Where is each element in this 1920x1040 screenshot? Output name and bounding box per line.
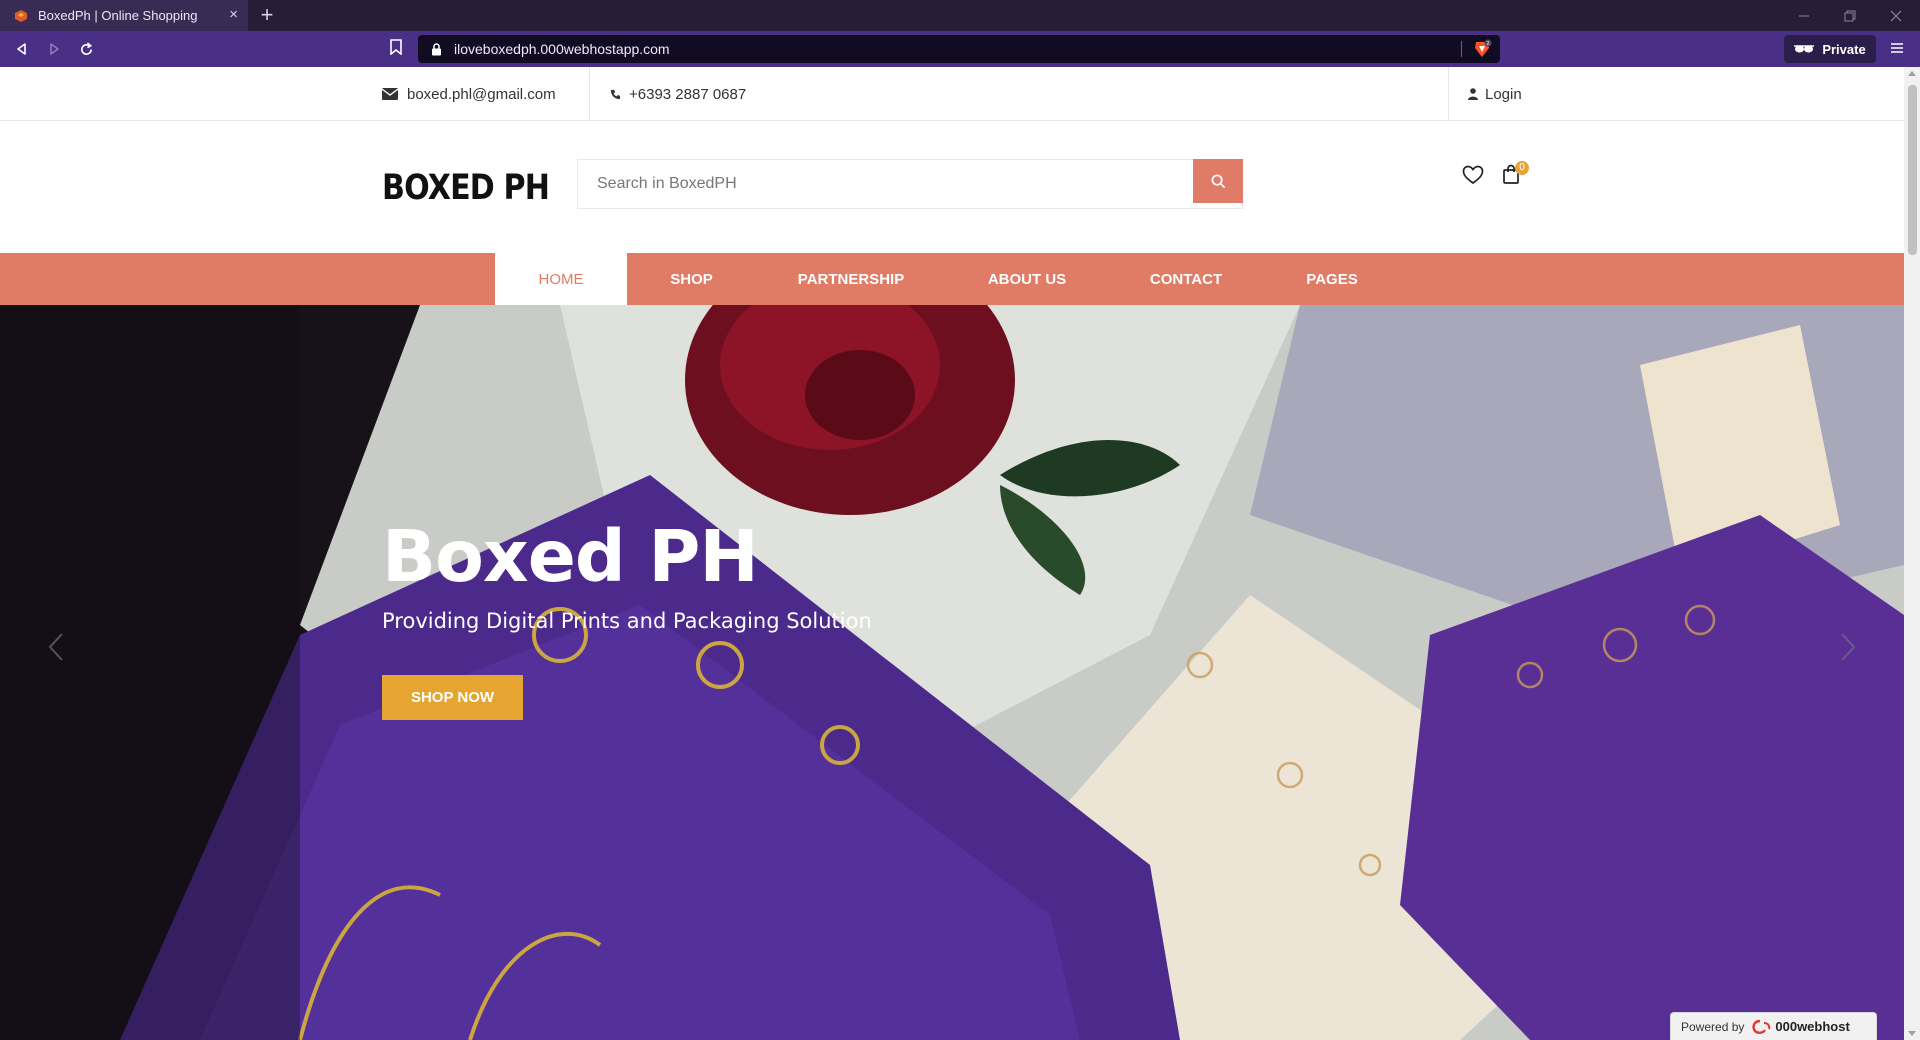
webhost-brand-text: 000webhost	[1775, 1019, 1850, 1034]
new-tab-button[interactable]: +	[254, 2, 280, 28]
browser-menu-icon[interactable]	[1890, 41, 1904, 60]
user-icon	[1468, 88, 1478, 100]
hero-title: Boxed PH	[382, 515, 759, 598]
webhost-brand: 000webhost	[1750, 1019, 1850, 1035]
lock-icon	[432, 43, 441, 56]
contact-phone[interactable]: +6393 2887 0687	[610, 67, 746, 121]
nav-home[interactable]: HOME	[495, 253, 627, 305]
powered-by-badge[interactable]: Powered by 000webhost	[1670, 1012, 1877, 1040]
reload-icon[interactable]	[76, 39, 96, 59]
brave-shield-icon[interactable]: 2	[1472, 39, 1492, 59]
browser-toolbar: iloveboxedph.000webhostapp.com 2 Private	[0, 31, 1920, 67]
nav-about-us[interactable]: ABOUT US	[966, 253, 1088, 305]
page-scrollbar[interactable]	[1904, 67, 1920, 1040]
login-link[interactable]: Login	[1468, 67, 1522, 121]
private-glasses-icon	[1794, 45, 1815, 53]
shop-now-button[interactable]: SHOP NOW	[382, 675, 523, 720]
info-divider	[1448, 67, 1449, 121]
site-favicon-icon	[15, 9, 27, 22]
phone-icon	[610, 89, 621, 99]
webpage: boxed.phl@gmail.com +6393 2887 0687 Logi…	[0, 67, 1904, 1040]
hero-slider: Boxed PH Providing Digital Prints and Pa…	[0, 305, 1904, 1040]
scrollbar-thumb[interactable]	[1908, 85, 1917, 255]
email-text: boxed.phl@gmail.com	[407, 85, 556, 103]
search-icon	[1211, 174, 1225, 188]
webhost-logo-icon	[1752, 1019, 1771, 1034]
main-header: BOXED PH 0	[0, 122, 1904, 253]
private-label: Private	[1822, 41, 1866, 57]
login-label: Login	[1485, 85, 1522, 103]
phone-text: +6393 2887 0687	[629, 85, 747, 103]
address-separator	[1461, 41, 1462, 57]
restore-window-icon[interactable]	[1828, 0, 1872, 31]
search-bar	[577, 159, 1243, 209]
svg-text:2: 2	[1487, 41, 1490, 47]
tab-close-icon[interactable]: ×	[229, 6, 238, 23]
url-text[interactable]: iloveboxedph.000webhostapp.com	[454, 41, 670, 57]
scroll-up-arrow-icon[interactable]	[1908, 71, 1916, 76]
main-navigation: HOME SHOP PARTNERSHIP ABOUT US CONTACT P…	[0, 253, 1904, 305]
nav-partnership[interactable]: PARTNERSHIP	[782, 253, 920, 305]
scroll-down-arrow-icon[interactable]	[1908, 1031, 1916, 1036]
close-window-icon[interactable]	[1874, 0, 1918, 31]
slider-next-arrow[interactable]	[1836, 632, 1860, 662]
wishlist-button[interactable]	[1462, 165, 1484, 190]
nav-contact[interactable]: CONTACT	[1130, 253, 1242, 305]
powered-by-label: Powered by	[1681, 1019, 1745, 1034]
heart-icon	[1462, 165, 1484, 185]
tab-title: BoxedPh | Online Shopping	[38, 8, 198, 23]
nav-pages[interactable]: PAGES	[1282, 253, 1382, 305]
bookmark-icon[interactable]	[389, 39, 403, 60]
hero-subtitle: Providing Digital Prints and Packaging S…	[382, 609, 872, 633]
info-divider	[589, 67, 590, 121]
minimize-window-icon[interactable]	[1782, 0, 1826, 31]
slider-prev-arrow[interactable]	[44, 632, 68, 662]
address-bar[interactable]: iloveboxedph.000webhostapp.com 2	[418, 35, 1500, 63]
contact-email[interactable]: boxed.phl@gmail.com	[382, 67, 556, 121]
envelope-icon	[382, 88, 398, 100]
nav-shop[interactable]: SHOP	[627, 253, 756, 305]
hero-background-image	[0, 305, 1904, 1040]
forward-icon[interactable]	[44, 39, 64, 59]
site-logo[interactable]: BOXED PH	[382, 168, 550, 208]
chevron-right-icon	[1841, 633, 1856, 661]
top-info-bar: boxed.phl@gmail.com +6393 2887 0687 Logi…	[0, 67, 1904, 121]
cart-count-badge: 0	[1515, 161, 1529, 175]
search-input[interactable]	[578, 160, 1193, 208]
browser-tab[interactable]: BoxedPh | Online Shopping ×	[0, 0, 248, 31]
private-window-badge[interactable]: Private	[1784, 35, 1876, 63]
browser-tab-strip: BoxedPh | Online Shopping × +	[0, 0, 1920, 31]
back-icon[interactable]	[12, 39, 32, 59]
search-button[interactable]	[1193, 159, 1243, 203]
chevron-left-icon	[48, 633, 63, 661]
cart-button[interactable]: 0	[1502, 161, 1529, 190]
